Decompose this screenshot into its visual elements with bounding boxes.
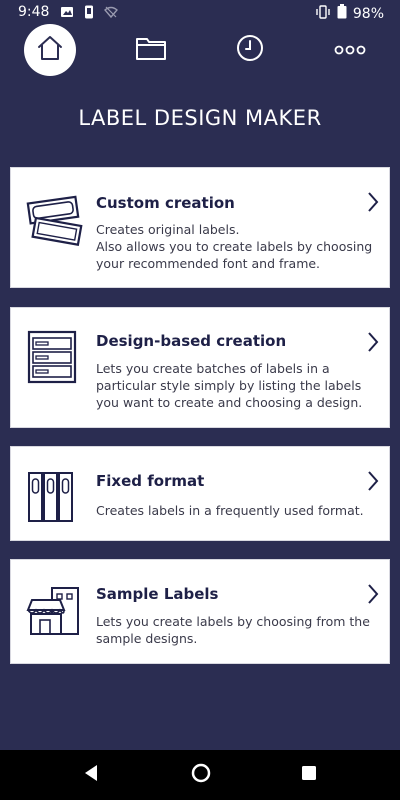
binders-icon [26,471,76,527]
cabinet-icon [26,330,78,388]
custom-creation-card[interactable]: Custom creation Creates original labels.… [10,167,390,288]
tab-more[interactable] [324,24,376,76]
back-triangle-icon [83,764,99,786]
phone-notification-icon [83,5,95,23]
battery-icon [337,4,347,23]
back-button[interactable] [78,762,104,788]
chevron-right-icon [367,470,379,496]
card-title: Fixed format [96,472,205,490]
status-time: 9:48 [18,4,50,20]
chevron-right-icon [367,191,379,217]
notification-icons [60,5,118,23]
folder-icon [135,34,167,66]
home-circle-icon [191,763,211,787]
storefront-icon [26,586,84,642]
card-description: Creates labels in a frequently used form… [96,503,364,518]
description-line: Also allows you to create labels by choo… [96,239,373,271]
card-description: Lets you create labels by choosing from … [96,614,370,646]
card-description: Lets you create batches of labels in a p… [96,361,363,410]
card-title: Design-based creation [96,332,287,350]
wifi-off-icon [104,5,118,23]
chevron-right-icon [367,331,379,357]
clock-icon [235,33,265,67]
battery-percent: 98% [352,5,384,22]
recents-button[interactable] [296,762,322,788]
system-nav-bar [0,750,400,800]
vibrate-icon [315,4,331,23]
top-nav [0,22,400,78]
card-title: Sample Labels [96,585,219,603]
custom-label-icon [26,195,84,251]
photo-notification-icon [60,5,74,23]
sample-labels-card[interactable]: Sample Labels Lets you create labels by … [10,559,390,664]
card-description: Creates original labels. Also allows you… [96,221,376,272]
recents-square-icon [301,765,317,785]
page-title: LABEL DESIGN MAKER [78,106,322,130]
status-right: 98% [315,4,384,23]
description-line: Creates original labels. [96,222,240,237]
fixed-format-card[interactable]: Fixed format Creates labels in a frequen… [10,446,390,541]
card-title: Custom creation [96,194,235,212]
design-based-creation-card[interactable]: Design-based creation Lets you create ba… [10,307,390,428]
tab-home[interactable] [24,24,76,76]
home-icon [35,33,65,67]
more-icon [334,41,366,60]
chevron-right-icon [367,583,379,609]
tab-history[interactable] [224,24,276,76]
system-home-button[interactable] [188,762,214,788]
tab-folder[interactable] [125,24,177,76]
